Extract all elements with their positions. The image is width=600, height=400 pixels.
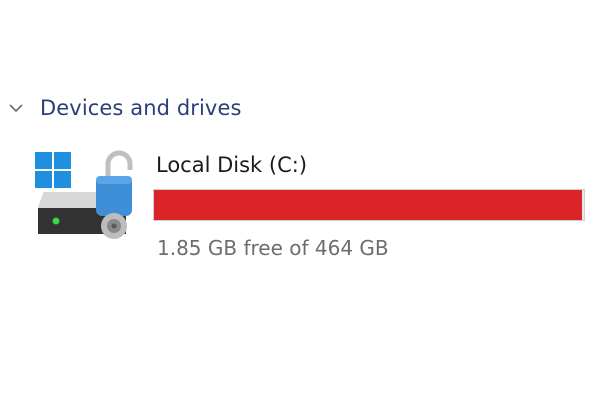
windows-logo-icon bbox=[35, 152, 71, 188]
devices-and-drives-header[interactable]: Devices and drives bbox=[6, 90, 242, 126]
drive-usage-bar bbox=[153, 189, 585, 221]
chevron-down-icon[interactable] bbox=[6, 98, 26, 118]
drive-item-local-disk-c[interactable]: Local Disk (C:) 1.85 GB free of 464 GB bbox=[30, 148, 590, 266]
drive-free-space: 1.85 GB free of 464 GB bbox=[157, 236, 389, 260]
padlock-icon bbox=[96, 150, 133, 239]
locked-drive-icon bbox=[30, 148, 142, 244]
drive-name: Local Disk (C:) bbox=[156, 153, 308, 177]
section-title: Devices and drives bbox=[40, 96, 242, 120]
file-explorer-this-pc: Devices and drives Local Disk (C:) 1.85 … bbox=[0, 0, 600, 400]
drive-usage-fill bbox=[154, 190, 583, 220]
